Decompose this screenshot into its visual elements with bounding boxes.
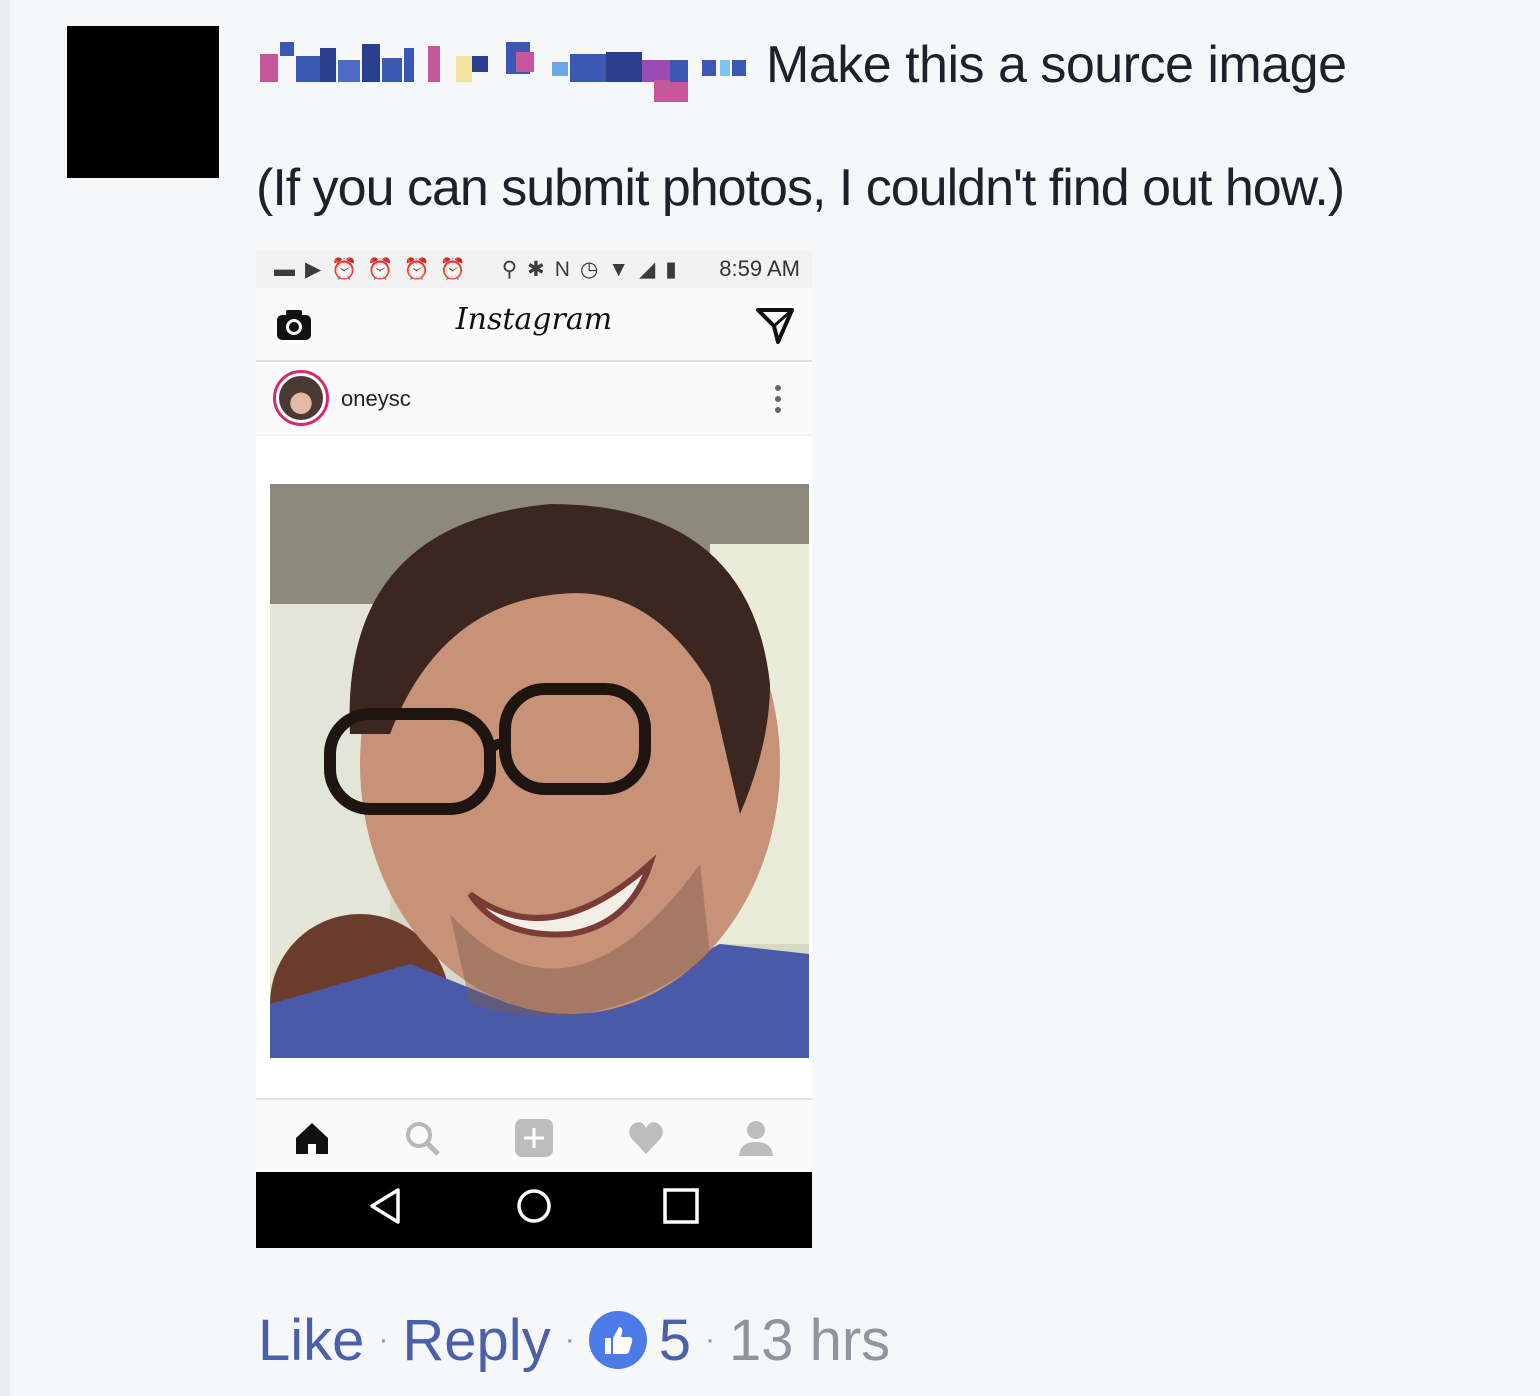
post-author-avatar[interactable] (273, 370, 329, 426)
add-post-icon[interactable] (514, 1118, 554, 1158)
separator: · (704, 1323, 715, 1356)
separator: · (564, 1323, 575, 1356)
location-icon: ⚲ (501, 257, 518, 281)
search-icon[interactable] (402, 1118, 442, 1158)
status-time: 8:59 AM (719, 256, 800, 281)
commenter-name-redacted[interactable] (258, 30, 750, 102)
clock-icon: ◷ (579, 257, 599, 281)
alarm-icon: ⏰ (403, 257, 430, 281)
bottom-tab-bar (256, 1098, 812, 1172)
alarm-icon: ⏰ (367, 257, 394, 281)
like-reaction-icon[interactable] (588, 1311, 647, 1369)
page-left-edge (0, 0, 10, 1396)
message-icon: ▬ (274, 257, 295, 281)
reply-link[interactable]: Reply (402, 1307, 550, 1374)
comment-line: Make this a source image (258, 30, 1347, 102)
home-circle-icon[interactable] (514, 1186, 554, 1226)
post-photo[interactable] (270, 484, 809, 1058)
status-bar: ▬ ▶ ⏰ ⏰ ⏰ ⏰ ⚲ ✱ N ◷ ▼ ◢ ▮ 8:59 AM (256, 250, 812, 288)
profile-icon[interactable] (736, 1118, 776, 1158)
back-icon[interactable] (366, 1186, 406, 1226)
heart-icon[interactable] (626, 1118, 666, 1158)
battery-icon: ▮ (665, 257, 677, 281)
signal-icon: ◢ (639, 257, 656, 281)
alarm-icon: ⏰ (439, 257, 466, 281)
wifi-icon: ▼ (608, 257, 630, 281)
reaction-count[interactable]: 5 (659, 1307, 691, 1374)
post-header: oneysc (256, 364, 812, 436)
comment-actions: Like · Reply · 5 · 13 hrs (258, 1300, 890, 1380)
home-icon[interactable] (292, 1118, 332, 1158)
more-options-icon[interactable] (774, 384, 782, 414)
recents-icon[interactable] (661, 1186, 701, 1226)
comment-subtext: (If you can submit photos, I couldn't fi… (256, 159, 1345, 217)
attached-phone-screenshot[interactable]: ▬ ▶ ⏰ ⏰ ⏰ ⏰ ⚲ ✱ N ◷ ▼ ◢ ▮ 8:59 AM Instag… (256, 250, 812, 1248)
comment-text: Make this a source image (766, 36, 1347, 94)
like-link[interactable]: Like (258, 1307, 364, 1374)
app-logo: Instagram (455, 302, 613, 337)
comment-timestamp[interactable]: 13 hrs (729, 1307, 890, 1374)
bluetooth-icon: ✱ (527, 257, 545, 281)
commenter-avatar[interactable] (67, 26, 219, 178)
post-username[interactable]: oneysc (341, 386, 411, 412)
direct-message-icon[interactable] (756, 306, 794, 344)
android-nav-bar (256, 1172, 812, 1248)
separator: · (378, 1323, 389, 1356)
alarm-icon: ⏰ (331, 257, 358, 281)
instagram-header: Instagram (256, 288, 812, 362)
nfc-icon: N (554, 257, 570, 281)
youtube-icon: ▶ (305, 257, 322, 281)
